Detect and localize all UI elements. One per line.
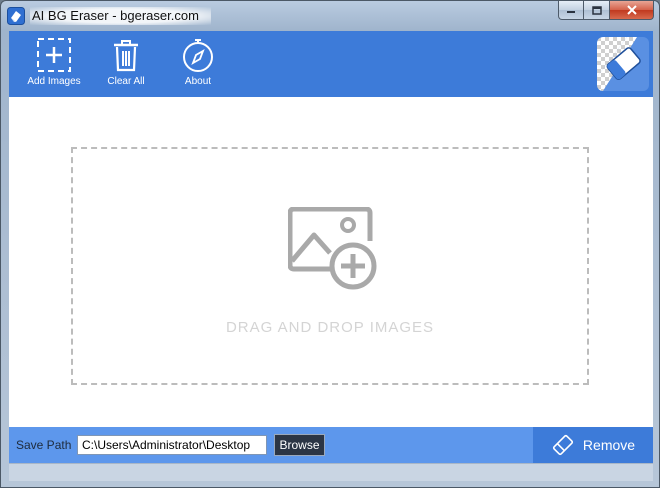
- minimize-icon: [567, 11, 575, 13]
- compass-icon: [183, 39, 213, 72]
- image-add-icon: [288, 207, 377, 290]
- about-button[interactable]: About: [163, 37, 233, 93]
- browse-button[interactable]: Browse: [274, 434, 325, 456]
- window-bottom-frame: [9, 463, 653, 481]
- add-images-button[interactable]: Add Images: [19, 37, 89, 93]
- add-images-label: Add Images: [27, 76, 81, 87]
- eraser-icon: [552, 434, 574, 456]
- maximize-button[interactable]: [584, 1, 610, 20]
- save-path-input[interactable]: [77, 435, 267, 455]
- eraser-logo-icon: [597, 37, 641, 91]
- close-icon: [626, 5, 637, 15]
- trash-icon: [114, 40, 138, 72]
- clear-all-button[interactable]: Clear All: [91, 37, 161, 93]
- close-button[interactable]: [610, 1, 654, 20]
- clear-all-label: Clear All: [107, 76, 145, 87]
- title-bar[interactable]: AI BG Eraser - bgeraser.com: [1, 1, 659, 31]
- app-icon: [7, 7, 25, 25]
- toolbar: Add Images Clear All About: [9, 31, 653, 97]
- maximize-icon: [591, 5, 602, 15]
- save-path-label: Save Path: [16, 438, 72, 452]
- drop-zone[interactable]: DRAG AND DROP IMAGES: [71, 147, 589, 385]
- drop-zone-text: DRAG AND DROP IMAGES: [225, 319, 435, 336]
- window-title: AI BG Eraser - bgeraser.com: [30, 7, 211, 25]
- about-label: About: [184, 76, 212, 87]
- brand-logo: [597, 37, 649, 91]
- remove-label: Remove: [582, 437, 636, 453]
- remove-button[interactable]: Remove: [533, 427, 653, 463]
- add-image-icon: [37, 38, 71, 72]
- minimize-button[interactable]: [558, 1, 584, 20]
- bottom-bar: Save Path Browse Remove: [9, 427, 653, 463]
- client-area: Add Images Clear All About DRAG AND DROP…: [9, 31, 653, 463]
- app-window: AI BG Eraser - bgeraser.com Add Images C…: [0, 0, 660, 488]
